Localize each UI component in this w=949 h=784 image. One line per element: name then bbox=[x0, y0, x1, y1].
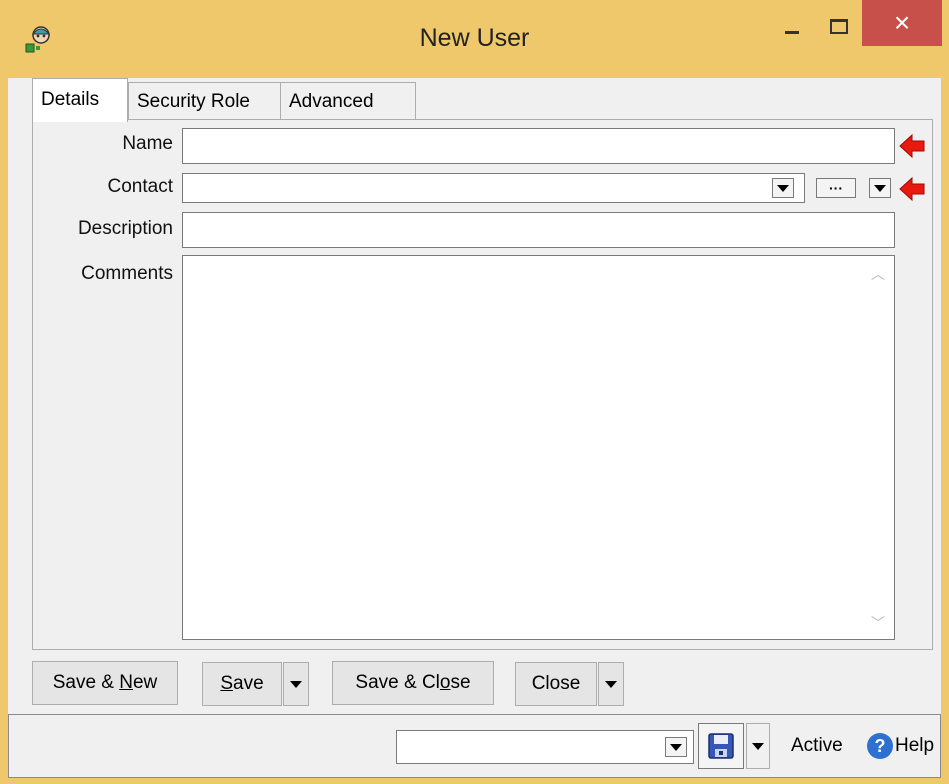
save-label: Save bbox=[220, 673, 264, 694]
chevron-down-icon bbox=[874, 184, 886, 192]
contact-options-dropdown[interactable] bbox=[869, 178, 891, 198]
new-user-window: New User × Details Security Role Advance… bbox=[0, 0, 949, 784]
chevron-down-icon bbox=[777, 184, 789, 192]
name-input[interactable] bbox=[183, 129, 894, 163]
chevron-down-icon bbox=[670, 743, 682, 751]
save-new-label: Save & New bbox=[52, 672, 158, 693]
tab-security-role[interactable]: Security Role bbox=[128, 82, 281, 120]
ellipsis-icon: ··· bbox=[829, 180, 843, 196]
chevron-down-icon bbox=[290, 680, 302, 688]
save-icon-dropdown[interactable] bbox=[746, 723, 770, 769]
description-label: Description bbox=[77, 218, 173, 239]
close-options-dropdown[interactable] bbox=[598, 662, 624, 706]
help-circle-icon: ? bbox=[867, 733, 893, 759]
comments-textarea[interactable]: ︿ ﹀ bbox=[182, 255, 895, 640]
save-icon-button[interactable] bbox=[698, 723, 744, 769]
chevron-down-icon bbox=[752, 742, 764, 750]
maximize-icon bbox=[830, 18, 848, 34]
save-new-button[interactable]: Save & New bbox=[32, 661, 178, 705]
status-bar: Active ? Help bbox=[8, 714, 941, 778]
required-arrow-icon bbox=[899, 133, 925, 159]
active-label: Active bbox=[791, 735, 843, 756]
help-label: Help bbox=[895, 735, 935, 756]
status-selector[interactable] bbox=[396, 730, 694, 764]
description-field[interactable] bbox=[182, 212, 895, 248]
contact-dropdown-button[interactable] bbox=[772, 178, 794, 198]
maximize-button[interactable] bbox=[816, 4, 862, 48]
close-label: Close bbox=[531, 673, 581, 694]
tab-details[interactable]: Details bbox=[32, 78, 128, 122]
minimize-icon bbox=[785, 30, 799, 34]
contact-combobox[interactable] bbox=[182, 173, 805, 203]
scroll-down-icon[interactable]: ﹀ bbox=[868, 613, 888, 633]
title-bar[interactable]: New User × bbox=[0, 0, 949, 78]
contact-label: Contact bbox=[107, 176, 173, 197]
required-arrow-icon bbox=[899, 176, 925, 202]
description-input[interactable] bbox=[183, 213, 894, 247]
save-close-button[interactable]: Save & Close bbox=[332, 661, 494, 705]
status-selector-dropdown[interactable] bbox=[665, 737, 687, 757]
tab-advanced[interactable]: Advanced bbox=[280, 82, 416, 120]
chevron-down-icon bbox=[605, 680, 617, 688]
save-options-dropdown[interactable] bbox=[283, 662, 309, 706]
name-label: Name bbox=[122, 133, 173, 154]
help-button[interactable]: ? Help bbox=[867, 733, 934, 759]
close-window-button[interactable]: × bbox=[862, 0, 942, 46]
contact-input[interactable] bbox=[183, 174, 804, 202]
save-button[interactable]: Save bbox=[202, 662, 282, 706]
name-field[interactable] bbox=[182, 128, 895, 164]
contact-browse-button[interactable]: ··· bbox=[816, 178, 856, 198]
scroll-up-icon[interactable]: ︿ bbox=[868, 264, 888, 284]
details-panel: Name Contact ··· Description Comments ︿ … bbox=[32, 119, 933, 650]
close-icon: × bbox=[893, 7, 911, 38]
save-close-label: Save & Close bbox=[355, 672, 471, 693]
close-button[interactable]: Close bbox=[515, 662, 597, 706]
floppy-disk-icon bbox=[708, 733, 734, 759]
comments-label: Comments bbox=[81, 263, 173, 284]
minimize-button[interactable] bbox=[769, 4, 815, 48]
window-client-area: Details Security Role Advanced Name Cont… bbox=[8, 78, 941, 778]
